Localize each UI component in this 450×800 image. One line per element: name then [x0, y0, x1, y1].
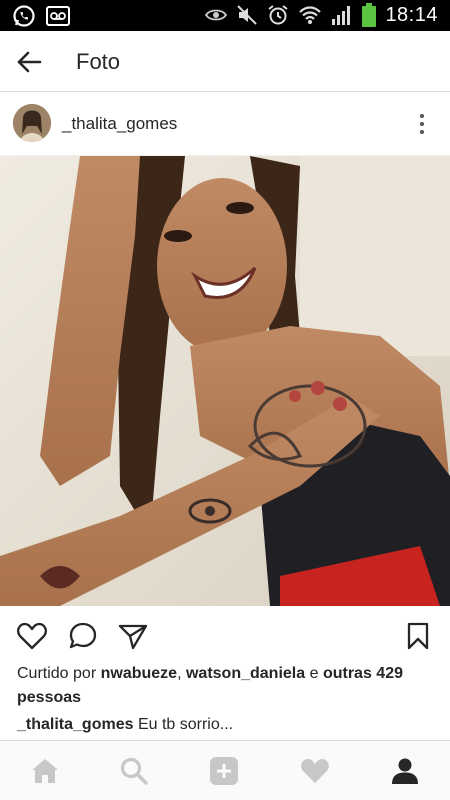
- likes-separator: ,: [177, 665, 182, 682]
- liker-link[interactable]: watson_daniela: [186, 665, 305, 682]
- post-username[interactable]: _thalita_gomes: [62, 114, 177, 134]
- page-title: Foto: [76, 49, 121, 74]
- like-heart-icon[interactable]: [16, 620, 48, 652]
- status-bar: 18:14: [0, 0, 450, 31]
- wifi-icon: [299, 6, 322, 24]
- share-icon[interactable]: [117, 620, 149, 652]
- back-arrow-icon[interactable]: [14, 47, 44, 77]
- comment-icon[interactable]: [67, 620, 99, 652]
- activity-heart-icon[interactable]: [299, 755, 331, 787]
- mute-icon: [237, 5, 258, 25]
- voicemail-icon: [46, 6, 70, 26]
- home-icon[interactable]: [29, 755, 61, 787]
- more-options-icon[interactable]: [412, 112, 432, 136]
- post-header: _thalita_gomes: [0, 92, 450, 156]
- app-bar: Foto: [0, 31, 450, 92]
- caption-text: Eu tb sorrio...: [137, 716, 234, 733]
- likes-conjunction: e: [309, 665, 319, 682]
- post-caption: _thalita_gomes Eu tb sorrio...: [17, 713, 437, 737]
- eye-icon: [205, 9, 228, 21]
- save-bookmark-icon[interactable]: [402, 620, 434, 652]
- alarm-icon: [268, 5, 289, 25]
- post-photo-illustration: [0, 156, 450, 606]
- add-icon[interactable]: [208, 755, 240, 787]
- bottom-nav: [0, 740, 450, 800]
- likes-prefix: Curtido por: [17, 665, 97, 682]
- battery-icon: [362, 3, 377, 27]
- post-photo[interactable]: [0, 156, 450, 606]
- likes-text: Curtido por nwabueze, watson_daniela e o…: [17, 662, 437, 710]
- search-icon[interactable]: [118, 755, 150, 787]
- whatsapp-icon: [13, 5, 35, 27]
- caption-username[interactable]: _thalita_gomes: [17, 716, 133, 733]
- liker-link[interactable]: nwabueze: [101, 665, 177, 682]
- signal-icon: [332, 6, 351, 25]
- clock: 18:14: [385, 3, 438, 26]
- post-actions: [0, 606, 450, 664]
- avatar[interactable]: [13, 104, 51, 142]
- profile-icon[interactable]: [389, 755, 421, 787]
